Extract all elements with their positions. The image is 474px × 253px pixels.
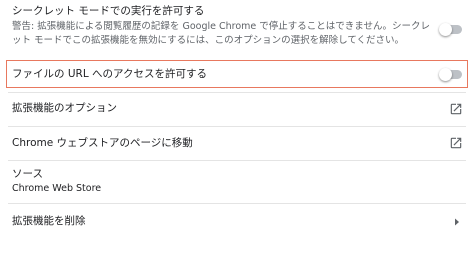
toggle-knob	[439, 68, 452, 81]
open-in-new-icon[interactable]	[449, 136, 463, 150]
incognito-setting: シークレット モードでの実行を許可する 警告: 拡張機能による閲覧履歴の記録を …	[0, 0, 474, 56]
chrome-store-title: Chrome ウェブストアのページに移動	[12, 137, 193, 149]
incognito-toggle[interactable]	[439, 23, 462, 36]
incognito-title: シークレット モードでの実行を許可する	[12, 5, 205, 17]
incognito-description: 警告: 拡張機能による閲覧履歴の記録を Google Chrome で停止するこ…	[12, 21, 430, 46]
open-in-new-icon[interactable]	[449, 102, 463, 116]
file-url-setting: ファイルの URL へのアクセスを許可する	[0, 60, 474, 88]
chrome-store-row[interactable]: Chrome ウェブストアのページに移動	[0, 127, 474, 159]
source-row: ソース Chrome Web Store	[0, 161, 474, 201]
extension-options-row[interactable]: 拡張機能のオプション	[0, 93, 474, 125]
file-url-title: ファイルの URL へのアクセスを許可する	[12, 68, 207, 80]
remove-extension-title: 拡張機能を削除	[12, 215, 86, 227]
source-label: ソース	[12, 168, 43, 180]
source-value: Chrome Web Store	[12, 183, 102, 194]
file-url-toggle[interactable]	[439, 68, 462, 81]
remove-extension-row[interactable]: 拡張機能を削除	[0, 204, 474, 238]
extension-options-title: 拡張機能のオプション	[12, 102, 117, 114]
toggle-knob	[439, 23, 452, 36]
chevron-right-icon	[455, 218, 459, 226]
